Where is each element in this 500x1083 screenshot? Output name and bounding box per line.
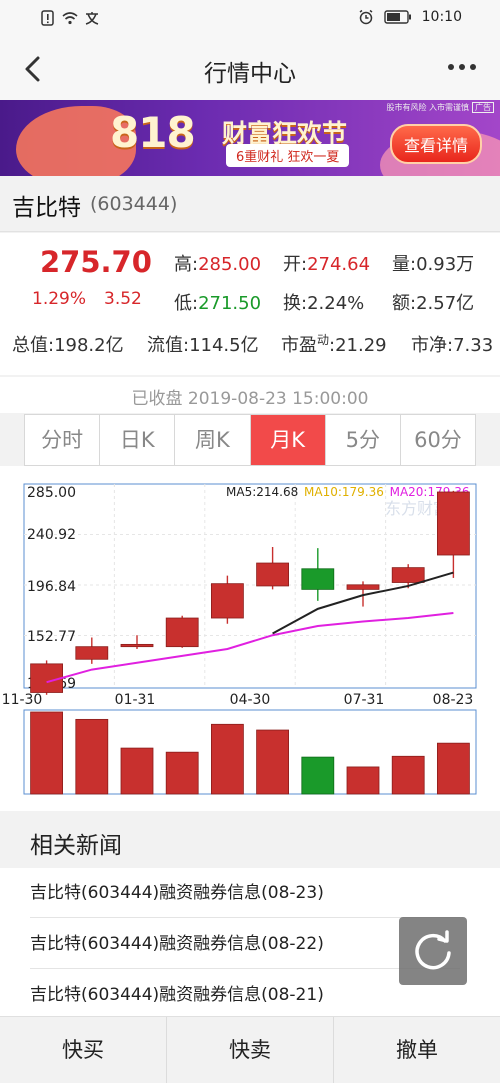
volume-bar bbox=[120, 747, 154, 795]
low-price: 低:271.50 bbox=[174, 293, 262, 314]
volume-bar bbox=[346, 766, 380, 795]
translate-icon bbox=[85, 12, 99, 25]
y-tick-label: 196.84 bbox=[27, 579, 76, 595]
change-amount: 3.52 bbox=[104, 289, 142, 309]
ad-banner[interactable]: 股市有风险 入市需谨慎 广告 818 财富狂欢节 6重财礼 狂欢一夏 查看详情 bbox=[0, 100, 500, 176]
volume-bar bbox=[256, 729, 290, 795]
quote-panel: 275.70 1.29% 3.52 高:285.00 开:274.64 量:0.… bbox=[0, 233, 500, 375]
pe-ratio: 市盈动:21.29 bbox=[281, 333, 387, 356]
x-axis-label: 04-30 bbox=[230, 692, 271, 708]
news-item[interactable]: 吉比特(603444)融资融券信息(08-23) bbox=[30, 868, 460, 918]
y-tick-label: 240.92 bbox=[27, 527, 76, 543]
tab-60min[interactable]: 60分 bbox=[401, 415, 475, 465]
candle-body bbox=[120, 643, 154, 648]
high-price: 高:285.00 bbox=[174, 254, 262, 275]
trade-bar: 快买 快卖 撤单 bbox=[0, 1016, 500, 1083]
y-tick-label: 152.77 bbox=[27, 629, 76, 645]
amount: 额:2.57亿 bbox=[392, 293, 475, 314]
volume-bar bbox=[30, 711, 64, 795]
refresh-icon bbox=[415, 930, 451, 970]
banner-subtitle: 6重财礼 狂欢一夏 bbox=[226, 144, 350, 167]
more-options-button[interactable] bbox=[448, 64, 476, 70]
x-axis-label: 07-31 bbox=[344, 692, 385, 708]
stock-code: (603444) bbox=[90, 193, 178, 215]
candle-body bbox=[256, 562, 290, 587]
x-axis-label: 11-30 bbox=[2, 692, 43, 708]
turnover-rate: 换:2.24% bbox=[283, 293, 365, 314]
news-section-title: 相关新闻 bbox=[30, 833, 122, 859]
x-axis-label: 01-31 bbox=[115, 692, 156, 708]
status-bar: 10:10 bbox=[0, 0, 500, 38]
candle-body bbox=[210, 583, 244, 619]
volume-bar bbox=[75, 718, 109, 795]
stock-header: 吉比特 (603444) bbox=[0, 176, 500, 232]
ma-legend-label: MA5:214.68 bbox=[226, 485, 298, 499]
pb-ratio: 市净:7.33 bbox=[411, 335, 494, 356]
candle-body bbox=[165, 617, 199, 648]
volume-bar bbox=[301, 756, 335, 795]
volume-bar bbox=[436, 742, 470, 795]
volume-bar bbox=[391, 755, 425, 795]
alarm-icon bbox=[359, 9, 373, 25]
candle-body bbox=[391, 567, 425, 583]
volume-bar bbox=[165, 751, 199, 795]
float-market-cap: 流值:114.5亿 bbox=[147, 335, 259, 356]
y-tick-label: 285.00 bbox=[27, 485, 76, 501]
quick-buy-button[interactable]: 快买 bbox=[0, 1017, 167, 1083]
stock-name: 吉比特 bbox=[12, 195, 81, 221]
more-dot-icon bbox=[448, 64, 454, 70]
cancel-order-button[interactable]: 撤单 bbox=[334, 1017, 500, 1083]
banner-headline-number: 818 bbox=[110, 108, 196, 157]
more-dot-icon bbox=[470, 64, 476, 70]
sim-alert-icon bbox=[41, 10, 54, 26]
news-header: 相关新闻 bbox=[0, 812, 500, 868]
refresh-button[interactable] bbox=[399, 917, 467, 985]
battery-icon bbox=[383, 10, 411, 24]
ad-tag: 广告 bbox=[472, 102, 494, 113]
wifi-icon bbox=[62, 12, 78, 25]
news-item[interactable]: 吉比特(603444)融资融券信息(08-22) bbox=[30, 919, 460, 969]
tab-daily-k[interactable]: 日K bbox=[100, 415, 176, 465]
tab-monthly-k[interactable]: 月K bbox=[250, 415, 326, 465]
tab-intraday[interactable]: 分时 bbox=[25, 415, 101, 465]
clock-time: 10:10 bbox=[421, 9, 462, 25]
candle-body bbox=[346, 584, 380, 590]
change-percent: 1.29% bbox=[32, 289, 87, 309]
tab-5min[interactable]: 5分 bbox=[326, 415, 401, 465]
period-tabs: 分时 日K 周K 月K 5分 60分 bbox=[24, 414, 476, 466]
volume-bar bbox=[210, 723, 244, 795]
tab-weekly-k[interactable]: 周K bbox=[175, 415, 251, 465]
x-axis-label: 08-23 bbox=[433, 692, 474, 708]
total-market-cap: 总值:198.2亿 bbox=[12, 335, 124, 356]
news-item[interactable]: 吉比特(603444)融资融券信息(08-21) bbox=[30, 970, 460, 1020]
quick-sell-button[interactable]: 快卖 bbox=[167, 1017, 334, 1083]
banner-details-button[interactable]: 查看详情 bbox=[390, 124, 483, 164]
volume: 量:0.93万 bbox=[392, 254, 475, 275]
last-price: 275.70 bbox=[40, 245, 152, 279]
nav-bar: 行情中心 bbox=[0, 38, 500, 100]
status-icons-right: 10:10 bbox=[358, 9, 462, 25]
candle-body bbox=[75, 646, 109, 660]
page-title: 行情中心 bbox=[204, 61, 296, 87]
kline-chart[interactable]: 285.00240.92196.84152.77108.69东方财富MA5:21… bbox=[0, 466, 500, 811]
candle-body bbox=[301, 568, 335, 590]
candle-body bbox=[436, 491, 470, 556]
market-status: 已收盘 2019-08-23 15:00:00 bbox=[0, 377, 500, 413]
more-dot-icon bbox=[459, 64, 465, 70]
kline-chart-area[interactable]: 285.00240.92196.84152.77108.69东方财富MA5:21… bbox=[0, 466, 500, 811]
ma-legend-label: MA10:179.36 bbox=[304, 485, 384, 499]
open-price: 开:274.64 bbox=[283, 254, 371, 275]
status-icons-left bbox=[40, 10, 100, 26]
banner-disclaimer: 股市有风险 入市需谨慎 广告 bbox=[386, 102, 494, 113]
